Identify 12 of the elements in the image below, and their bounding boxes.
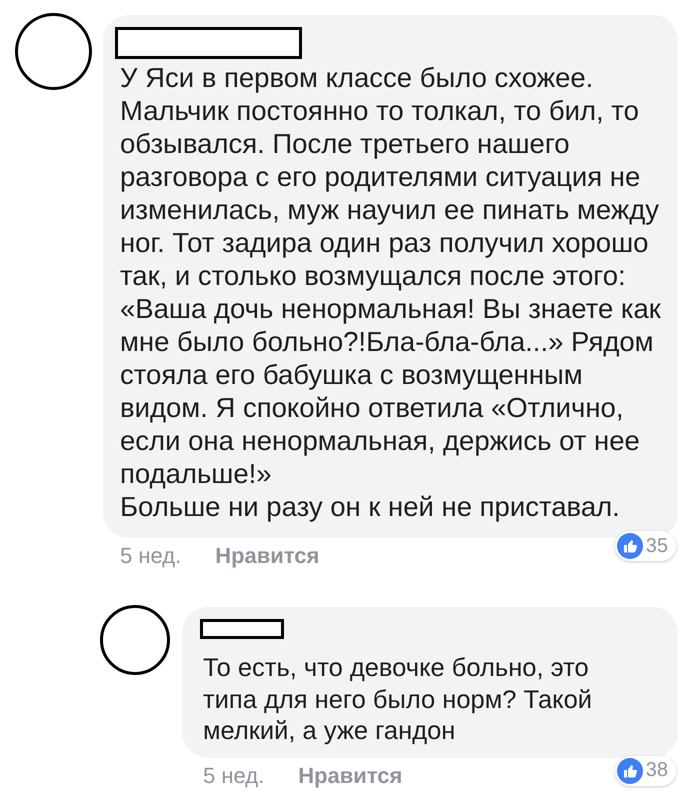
like-button[interactable]: Нравится [215,543,320,569]
thumbs-up-icon [616,533,643,559]
comment-text: То есть, что девочке больно, это типа для него было норм? Такой мелкий, а уже гандон [203,653,594,747]
like-count: 35 [646,534,668,558]
like-count: 38 [646,759,668,782]
reaction-badge[interactable]: 38 [614,756,676,786]
comment-time: 5 нед. [203,762,264,788]
thumbs-up-icon [616,758,643,784]
comment-time: 5 нед. [120,543,182,569]
comment-text: У Яси в первом классе было схожее. Мальчик постоянно то толкал, то бил, то обзывался. После третьего нашего разговора с его родителями ситуация не изменилась, муж научил ее пинать между ног. Тот задира один раз получил хорошо так, и столько возмущался после этого: «Ваша дочь ненормальная! Вы знаете как мне было больно?!Бла-бла-бла...» Рядом стояла его бабушка с возмущенным видом. Я спокойно ответила «Отлично, если она ненормальная, держись от нее подальше!» Больше ни разу он к ней не приставал. [120,61,662,523]
reaction-badge[interactable]: 35 [614,531,676,561]
like-button[interactable]: Нравится [298,762,402,788]
